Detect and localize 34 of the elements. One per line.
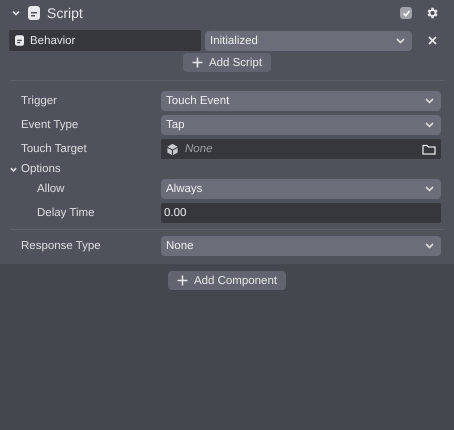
property-dropdown[interactable]: Tap bbox=[161, 115, 441, 135]
add-component-button[interactable]: Add Component bbox=[168, 271, 286, 290]
property-dropdown[interactable]: None bbox=[161, 236, 441, 256]
chevron-icon[interactable] bbox=[9, 164, 18, 174]
script-field[interactable]: Behavior bbox=[9, 30, 201, 51]
number-field[interactable]: 0.00 bbox=[161, 203, 441, 223]
chevron-icon bbox=[425, 98, 434, 104]
chevron-icon bbox=[425, 186, 434, 192]
cube-icon bbox=[166, 142, 179, 156]
property-dropdown[interactable]: Always bbox=[161, 179, 441, 199]
group-label[interactable]: Options bbox=[21, 163, 61, 175]
add-script-button[interactable]: Add Script bbox=[182, 53, 272, 72]
object-field[interactable]: None bbox=[161, 139, 441, 159]
chevron-icon bbox=[396, 38, 405, 44]
property-dropdown[interactable]: Touch Event bbox=[161, 91, 441, 111]
property-label: Touch Target bbox=[21, 143, 88, 155]
plus-icon bbox=[176, 275, 188, 286]
settings-icon[interactable] bbox=[425, 6, 439, 20]
state-dropdown[interactable]: Initialized bbox=[205, 30, 412, 50]
property-label: Allow bbox=[37, 183, 66, 195]
component-title: Script bbox=[47, 5, 83, 21]
chevron-icon bbox=[425, 243, 434, 249]
script-icon bbox=[28, 6, 40, 20]
script-icon bbox=[15, 35, 24, 46]
plus-icon bbox=[192, 57, 203, 68]
folder-icon[interactable] bbox=[422, 144, 436, 154]
chevron-icon bbox=[425, 122, 434, 128]
property-label: Delay Time bbox=[37, 207, 96, 219]
property-label: Trigger bbox=[21, 95, 58, 107]
enabled-checkbox[interactable] bbox=[400, 7, 412, 19]
close-icon[interactable] bbox=[428, 36, 437, 45]
property-label: Response Type bbox=[21, 240, 102, 252]
property-label: Event Type bbox=[21, 119, 80, 131]
chevron-icon[interactable] bbox=[11, 8, 21, 18]
